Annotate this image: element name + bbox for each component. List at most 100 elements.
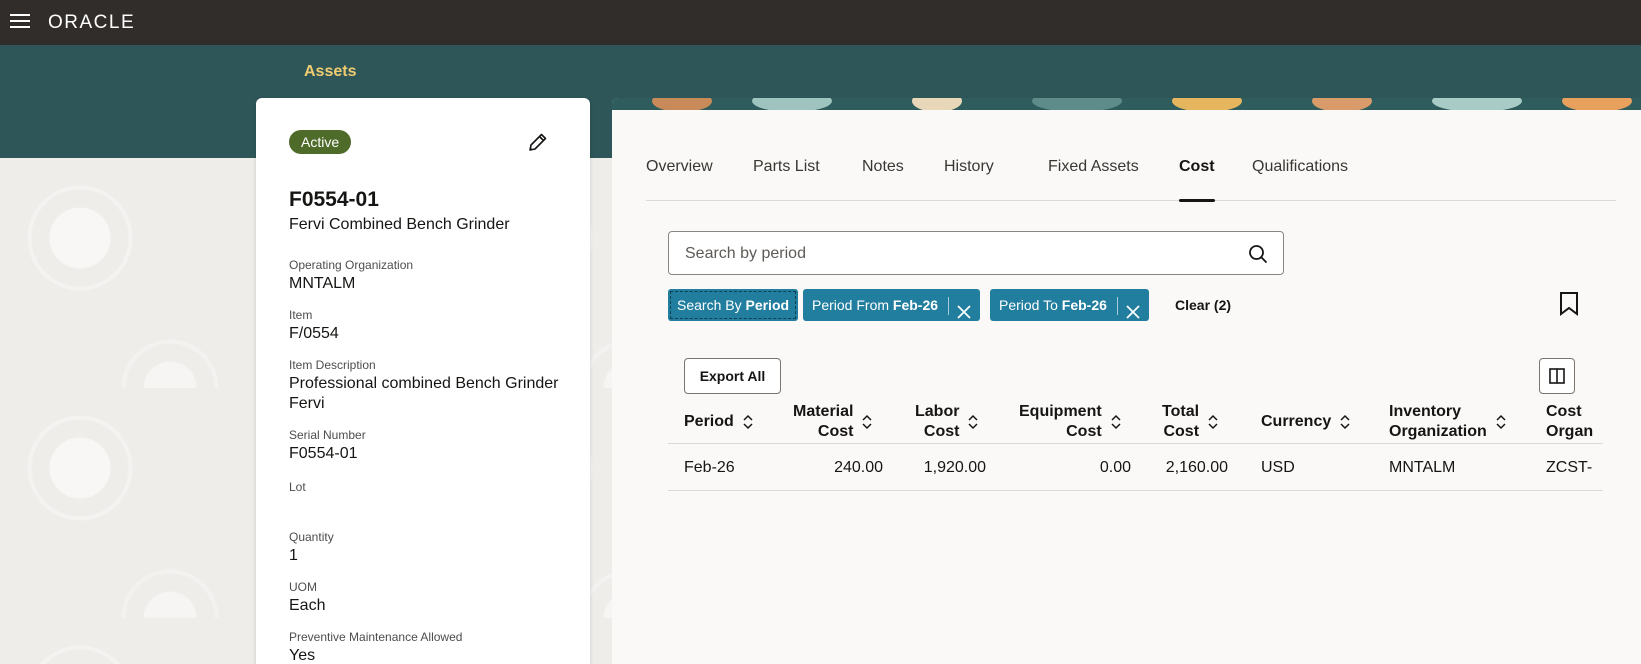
field-preventive-maintenance: Preventive Maintenance Allowed Yes [289,630,569,664]
column-label-line2: Organization [1389,423,1487,440]
field-value: Yes [289,647,316,664]
column-label-line2: Cost [923,423,960,440]
edit-icon[interactable] [526,130,550,154]
tab-bar: Overview Parts List Notes History Fixed … [646,157,1616,202]
field-value: Professional combined Bench Grinder Ferv… [289,375,559,412]
sort-icon[interactable] [1495,413,1507,431]
menu-icon[interactable] [10,13,30,29]
chip-prefix: Period From [812,297,893,313]
search-input[interactable] [685,243,1225,265]
field-value: 1 [289,547,298,564]
chip-value: Feb-26 [1061,297,1107,313]
chip-prefix: Search By [677,297,746,313]
tab-cost[interactable]: Cost [1179,157,1215,202]
sort-icon[interactable] [1339,413,1351,431]
column-header-labor-cost[interactable]: Labor Cost [915,400,979,444]
field-value: Each [289,597,326,614]
table-header: Period Material Cost Labor Cost Equipment C… [668,400,1603,444]
column-header-material-cost[interactable]: Material Cost [793,400,873,444]
oracle-logo: ORACLE [48,12,136,33]
asset-number: F0554-01 [289,188,379,211]
field-operating-organization: Operating Organization MNTALM [289,258,569,294]
tab-parts-list[interactable]: Parts List [753,157,820,201]
column-label-line1: Equipment [1019,403,1102,420]
tab-qualifications[interactable]: Qualifications [1252,157,1348,201]
breadcrumb-assets[interactable]: Assets [304,63,356,81]
sort-icon[interactable] [742,413,754,431]
status-badge: Active [289,130,352,154]
export-all-button[interactable]: Export All [684,358,781,394]
chip-period-to[interactable]: Period To Feb-26 [990,289,1149,321]
column-label-line1: Labor [915,403,960,420]
cell-total-cost: 2,160.00 [1165,459,1228,476]
cell-period: Feb-26 [684,459,735,476]
column-label-line1: Total [1162,403,1200,420]
column-label: Cost Organ [1546,402,1593,442]
field-lot: Lot [289,480,569,496]
cell-inventory-organization: MNTALM [1389,459,1456,476]
field-label: Item Description [289,358,376,372]
chip-prefix: Period To [999,297,1062,313]
field-item-description: Item Description Professional combined B… [289,358,569,414]
column-label-line2: Cost [1163,423,1200,440]
column-header-total-cost[interactable]: Total Cost [1162,400,1219,444]
table-row[interactable]: Feb-26 240.00 1,920.00 0.00 2,160.00 USD… [668,445,1603,491]
field-label: Quantity [289,530,334,544]
field-label: Preventive Maintenance Allowed [289,630,463,644]
column-label: Inventory Organization [1389,402,1487,442]
column-header-equipment-cost[interactable]: Equipment Cost [1019,400,1122,444]
decorative-banner-art [612,98,1641,110]
columns-icon [1549,368,1565,384]
close-icon[interactable] [1126,298,1140,319]
field-item: Item F/0554 [289,308,569,344]
close-icon[interactable] [957,298,971,319]
tab-history[interactable]: History [944,157,994,201]
column-header-inventory-organization[interactable]: Inventory Organization [1389,400,1507,444]
tab-fixed-assets[interactable]: Fixed Assets [1048,157,1139,201]
field-uom: UOM Each [289,580,569,616]
cell-cost-organization: ZCST- [1546,459,1593,476]
field-label: Lot [289,480,306,494]
asset-name: Fervi Combined Bench Grinder [289,216,510,233]
column-header-period[interactable]: Period [684,400,754,444]
sort-icon[interactable] [1110,413,1122,431]
asset-summary-card: Active F0554-01 Fervi Combined Bench Gri… [256,98,590,664]
field-label: UOM [289,580,317,594]
column-label: Currency [1261,413,1332,430]
field-label: Operating Organization [289,258,414,272]
tab-overview[interactable]: Overview [646,157,713,201]
clear-filters-button[interactable]: Clear (2) [1175,289,1231,321]
column-label-line2: Cost [1066,423,1102,440]
column-header-currency[interactable]: Currency [1261,400,1351,444]
search-icon[interactable] [1247,243,1269,265]
chip-separator [1116,297,1118,316]
column-label-line1: Cost [1546,403,1582,420]
cell-labor-cost: 1,920.00 [923,459,986,476]
sort-icon[interactable] [861,413,873,431]
bookmark-icon[interactable] [1558,291,1580,317]
field-value: MNTALM [289,275,356,292]
field-quantity: Quantity 1 [289,530,569,566]
column-label: Total Cost [1162,402,1199,442]
column-label-line2: Organ [1546,423,1594,440]
column-layout-button[interactable] [1539,358,1575,394]
chip-value: Feb-26 [892,297,939,313]
column-header-cost-organization[interactable]: Cost Organ [1546,400,1603,444]
field-label: Item [289,308,313,322]
field-serial-number: Serial Number F0554-01 [289,428,569,464]
chip-search-by-period[interactable]: Search By Period [668,289,799,321]
sort-icon[interactable] [967,413,979,431]
cell-equipment-cost: 0.00 [1099,459,1131,476]
chip-period-from[interactable]: Period From Feb-26 [803,289,981,321]
column-label: Equipment Cost [1019,402,1102,442]
column-label: Period [684,413,734,430]
chip-value: Period [745,297,790,313]
cell-material-cost: 240.00 [834,459,883,476]
cell-currency: USD [1261,459,1295,476]
column-label-line2: Cost [817,423,854,440]
chip-separator [948,297,950,316]
field-label: Serial Number [289,428,366,442]
tab-notes[interactable]: Notes [862,157,904,201]
sort-icon[interactable] [1207,413,1219,431]
field-value: F/0554 [289,325,339,342]
